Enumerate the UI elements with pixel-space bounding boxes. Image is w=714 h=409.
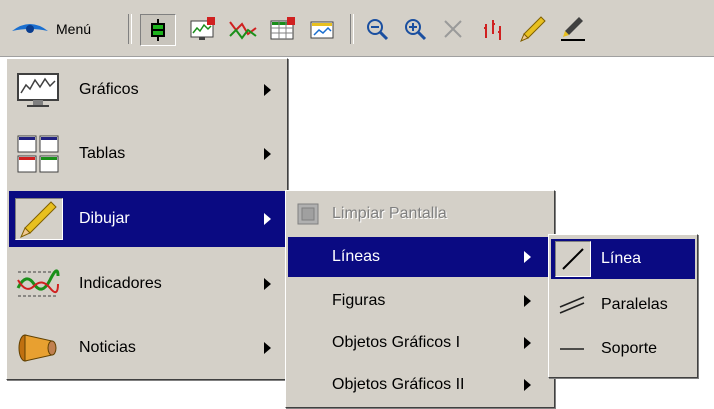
chart-window-button[interactable] (306, 14, 340, 44)
submenu-arrow-icon (524, 295, 531, 307)
menu-item-paralelas[interactable]: Paralelas (551, 285, 695, 325)
submenu-arrow-icon (264, 148, 271, 160)
draw-submenu: Limpiar Pantalla Líneas Figuras Objetos … (285, 190, 555, 408)
menu-item-label: Paralelas (601, 296, 668, 313)
menu-item-tablas[interactable]: Tablas (9, 127, 285, 181)
menu-item-label: Objetos Gráficos II (332, 376, 465, 393)
candlestick-icon (151, 19, 165, 41)
pencil-icon (20, 201, 57, 238)
submenu-arrow-icon (524, 379, 531, 391)
chart-new-icon (190, 17, 215, 40)
menu-label: Menú (56, 21, 92, 37)
menu-item-objetos-graficos-ii[interactable]: Objetos Gráficos II (288, 365, 552, 405)
bar-chart-button[interactable] (476, 14, 510, 44)
menu-item-soporte[interactable]: Soporte (551, 329, 695, 369)
eye-icon (12, 24, 48, 33)
menu-item-label: Gráficos (79, 81, 139, 98)
clear-screen-icon (297, 203, 319, 225)
zoom-in-icon (405, 19, 427, 41)
submenu-arrow-icon (264, 213, 271, 225)
new-table-button[interactable] (266, 14, 300, 44)
submenu-arrow-icon (524, 337, 531, 349)
draw-line-icon (561, 17, 585, 41)
close-button[interactable] (436, 14, 470, 44)
menu-item-label: Limpiar Pantalla (332, 205, 447, 222)
close-icon (444, 20, 462, 38)
menu-item-label: Objetos Gráficos I (332, 334, 461, 351)
menu-item-objetos-graficos-i[interactable]: Objetos Gráficos I (288, 323, 552, 363)
line-icon (562, 248, 584, 270)
menu-button[interactable]: Menú (10, 14, 120, 44)
submenu-arrow-icon (264, 84, 271, 96)
indicator-icon (16, 269, 60, 297)
menu-item-label: Noticias (79, 339, 136, 356)
menu-item-dibujar[interactable]: Dibujar (9, 191, 285, 247)
draw-line-button[interactable] (556, 14, 590, 44)
line-chart-button[interactable] (226, 14, 260, 44)
toolbar: Menú (0, 0, 714, 57)
chart-window-icon (310, 21, 334, 39)
pencil-button[interactable] (516, 14, 550, 44)
candlestick-button[interactable] (140, 14, 176, 46)
menu-item-label: Líneas (332, 248, 381, 265)
lines-submenu: Línea Paralelas Soporte (548, 234, 698, 378)
monitor-chart-icon (17, 73, 59, 107)
menu-item-label: Indicadores (79, 275, 162, 292)
megaphone-icon (18, 334, 57, 362)
menu-item-label: Soporte (601, 340, 658, 357)
new-chart-button[interactable] (186, 14, 220, 44)
menu-item-label: Dibujar (79, 210, 130, 227)
parallel-lines-icon (559, 296, 585, 314)
main-menu: Gráficos Tablas Dibujar Indicadores Noti… (6, 58, 288, 380)
menu-item-figuras[interactable]: Figuras (288, 281, 552, 321)
table-new-icon (270, 17, 295, 40)
menu-item-label: Línea (601, 250, 642, 267)
menu-item-noticias[interactable]: Noticias (9, 321, 285, 375)
submenu-arrow-icon (264, 342, 271, 354)
zoom-out-button[interactable] (360, 14, 394, 44)
tables-icon (17, 135, 59, 173)
zoom-in-button[interactable] (398, 14, 432, 44)
menu-item-limpiar-pantalla: Limpiar Pantalla (288, 195, 552, 233)
zoom-out-icon (367, 19, 389, 41)
pencil-icon (520, 16, 546, 42)
menu-item-label: Tablas (79, 145, 126, 162)
menu-item-indicadores[interactable]: Indicadores (9, 257, 285, 311)
line-chart-icon (229, 21, 257, 40)
menu-item-linea[interactable]: Línea (551, 239, 695, 279)
horizontal-line-icon (560, 348, 584, 350)
menu-item-graficos[interactable]: Gráficos (9, 63, 285, 117)
bar-chart-icon (484, 20, 501, 40)
submenu-arrow-icon (524, 251, 531, 263)
submenu-arrow-icon (264, 278, 271, 290)
menu-item-lineas[interactable]: Líneas (288, 237, 552, 277)
menu-item-label: Figuras (332, 292, 386, 309)
